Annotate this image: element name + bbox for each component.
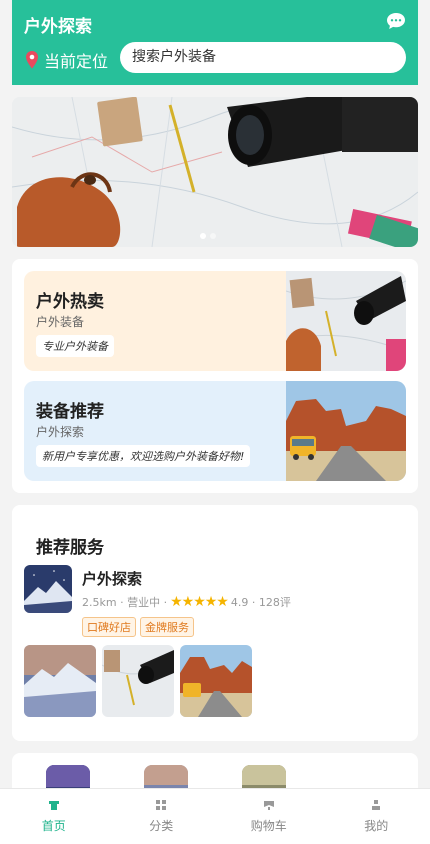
separator: · <box>116 595 128 609</box>
tab-home[interactable]: 首页 <box>0 789 108 844</box>
location-pin-icon <box>26 51 38 69</box>
tab-profile[interactable]: 我的 <box>323 789 430 844</box>
service-photo[interactable] <box>180 645 252 717</box>
carousel-dot-active[interactable] <box>200 233 206 239</box>
tab-category[interactable]: 分类 <box>108 789 216 844</box>
grid-icon <box>156 800 167 810</box>
location-label: 当前定位 <box>44 52 109 71</box>
promo-image <box>286 381 406 481</box>
banner-image <box>12 97 418 247</box>
service-status: 营业中 <box>127 596 161 609</box>
tab-label: 首页 <box>41 819 66 833</box>
service-photo[interactable] <box>24 645 96 717</box>
badge-gold-service: 金牌服务 <box>140 617 194 637</box>
promo-subtitle: 户外装备 <box>36 315 85 329</box>
home-icon <box>48 801 59 810</box>
tab-label: 我的 <box>364 819 389 833</box>
tab-cart[interactable]: 购物车 <box>215 789 323 844</box>
promo-card-hot[interactable]: 户外热卖 户外装备 专业户外装备 <box>24 271 406 371</box>
badge-reputation: 口碑好店 <box>82 617 136 637</box>
promo-title: 户外热卖 <box>36 292 104 312</box>
chat-icon[interactable] <box>386 12 406 30</box>
tab-label: 购物车 <box>250 819 287 833</box>
promo-subtitle: 户外探索 <box>36 425 85 439</box>
carousel-dot[interactable] <box>210 233 216 239</box>
banner-carousel[interactable] <box>12 97 418 247</box>
cart-icon <box>263 801 274 810</box>
promo-image <box>286 271 406 371</box>
search-input[interactable]: 搜索户外装备 <box>120 42 406 73</box>
service-rating: 4.9 <box>230 595 249 609</box>
promo-tag: 新用户专享优惠，欢迎选购户外装备好物! <box>36 445 251 467</box>
rating-stars-icon: ★★★★★ <box>170 594 229 610</box>
service-avatar[interactable] <box>24 565 72 613</box>
app-title: 户外探索 <box>24 17 92 37</box>
promo-title: 装备推荐 <box>36 402 104 422</box>
separator: · <box>248 595 259 609</box>
service-reviews: 128评 <box>258 596 291 609</box>
promo-tag: 专业户外装备 <box>36 335 114 357</box>
service-meta: 2.5km · 营业中 · ★★★★★ 4.9 · 128评 <box>82 594 291 610</box>
service-distance: 2.5km <box>82 595 117 609</box>
tab-label: 分类 <box>149 819 174 833</box>
service-photo[interactable] <box>102 645 174 717</box>
promo-card-recommend[interactable]: 装备推荐 户外探索 新用户专享优惠，欢迎选购户外装备好物! <box>24 381 406 481</box>
page: 户外探索 当前定位 搜索户外装备 户外热卖 户外装备 专业户外装备 装备推荐 户… <box>0 0 430 844</box>
user-icon <box>372 800 381 810</box>
separator: · <box>160 595 168 609</box>
current-location[interactable]: 当前定位 <box>24 48 108 72</box>
bottom-tab-bar: 首页 分类 购物车 我的 <box>0 788 430 844</box>
service-name[interactable]: 户外探索 <box>82 568 142 589</box>
header: 户外探索 当前定位 搜索户外装备 <box>12 0 418 85</box>
section-title: 推荐服务 <box>36 538 104 558</box>
